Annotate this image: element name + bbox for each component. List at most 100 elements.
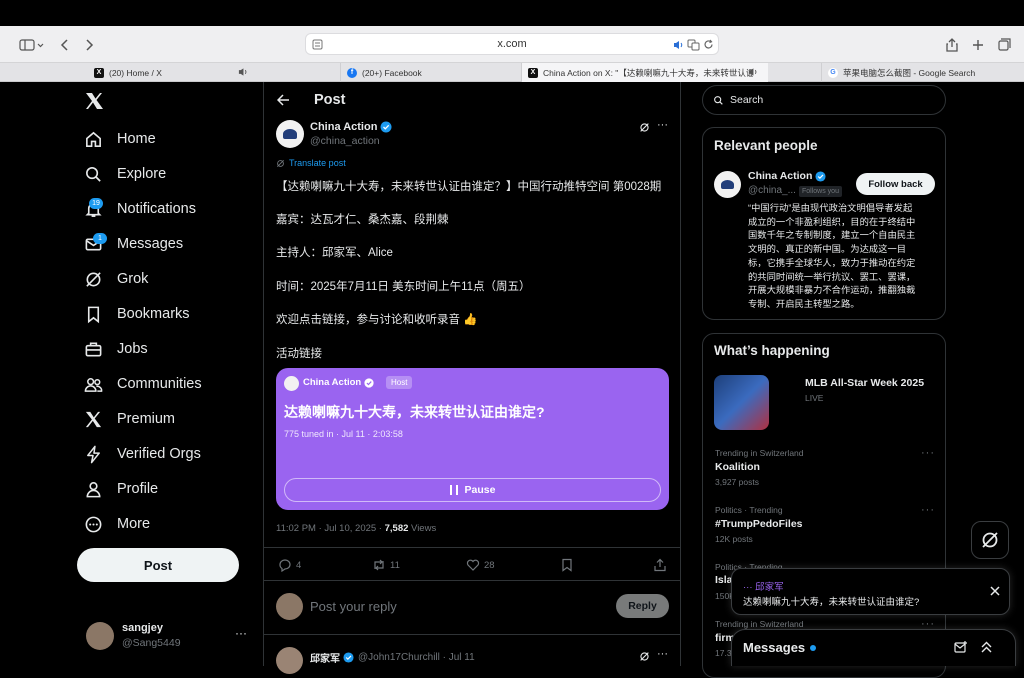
x-logo-icon: X	[528, 67, 538, 78]
space-notification-popup[interactable]: ··· 邱家军 达赖喇嘛九十大寿，未来转世认证由谁定?	[731, 568, 1010, 615]
messages-drawer-label: Messages	[743, 640, 806, 655]
nav-label: Messages	[117, 236, 184, 252]
trend-context: Trending in Switzerland	[715, 619, 804, 629]
speaker-icon[interactable]	[673, 40, 684, 50]
next-reply-avatar[interactable]	[276, 647, 303, 674]
account-avatar[interactable]	[86, 622, 114, 650]
follow-back-button[interactable]: Follow back	[856, 173, 935, 195]
nav-explore[interactable]: Explore	[84, 159, 166, 189]
trend-name[interactable]: Isla	[715, 574, 733, 586]
more-options-icon[interactable]: ···	[657, 119, 668, 131]
reply-button[interactable]: Reply	[616, 594, 669, 618]
next-reply-handle: @John17Churchill · Jul 11	[358, 652, 475, 663]
back-button[interactable]	[56, 26, 72, 63]
space-host-name-text: China Action	[303, 377, 362, 388]
mlb-thumbnail[interactable]	[714, 375, 769, 430]
relevant-name[interactable]: China Action	[748, 170, 826, 182]
featured-title[interactable]: MLB All-Star Week 2025	[805, 377, 924, 389]
post-text-line: 活动链接	[276, 348, 322, 360]
translate-icon[interactable]	[687, 39, 700, 51]
sidebar-toggle-button[interactable]	[12, 26, 52, 63]
bio-line: 开展大规模非暴力不合作运动，推翻独裁	[748, 285, 916, 296]
more-options-icon[interactable]: ···	[921, 447, 935, 459]
reply-count: 4	[296, 559, 302, 571]
grok-floating-button[interactable]	[971, 521, 1009, 559]
repost-action[interactable]: 11	[372, 558, 400, 572]
grok-icon	[86, 271, 101, 287]
whats-happening-panel: What’s happening MLB All-Star Week 2025 …	[702, 333, 946, 678]
nav-verified-orgs[interactable]: Verified Orgs	[84, 439, 201, 469]
reply-avatar	[276, 593, 303, 620]
nav-label: Bookmarks	[117, 306, 190, 322]
speaker-icon[interactable]	[238, 67, 248, 77]
close-icon[interactable]	[990, 586, 1000, 596]
translate-link[interactable]: Translate post	[276, 158, 346, 168]
author-avatar[interactable]	[276, 120, 304, 148]
reply-input[interactable]: Post your reply	[310, 599, 397, 614]
nav-profile[interactable]: Profile	[84, 474, 158, 504]
author-name[interactable]: China Action	[310, 121, 392, 133]
pause-label: Pause	[464, 484, 496, 496]
x-logo-icon: X	[94, 67, 104, 78]
forward-button[interactable]	[82, 26, 98, 63]
reply-action[interactable]: 4	[278, 558, 301, 572]
views-count: 7,582	[384, 523, 409, 534]
relevant-avatar[interactable]	[714, 171, 741, 198]
more-options-icon[interactable]: ···	[657, 648, 668, 660]
tab-china-action[interactable]: X China Action on X: "【达赖喇嘛九十大寿，未来转世认证由.…	[521, 63, 768, 82]
tab-x-home[interactable]: X (20) Home / X	[88, 63, 258, 82]
space-card[interactable]: China Action Host 达赖喇嘛九十大寿，未来转世认证由谁定? 77…	[276, 368, 669, 510]
bookmark-action[interactable]	[560, 558, 578, 572]
tab-title: 苹果电脑怎么截图 - Google Search	[843, 67, 976, 78]
bookmark-icon	[562, 558, 572, 572]
menu-bar	[0, 0, 1024, 26]
grok-icon[interactable]	[639, 122, 650, 133]
nav-communities[interactable]: Communities	[84, 369, 202, 399]
grok-icon	[277, 159, 284, 167]
more-options-icon[interactable]: ···	[921, 504, 935, 516]
pause-button[interactable]: Pause	[284, 478, 661, 502]
nav-bookmarks[interactable]: Bookmarks	[84, 299, 190, 329]
nav-more[interactable]: More	[84, 509, 150, 539]
search-box[interactable]: Search	[702, 85, 946, 115]
reload-icon[interactable]	[703, 39, 714, 50]
address-bar[interactable]: x.com	[305, 33, 719, 55]
nav-jobs[interactable]: Jobs	[84, 334, 148, 364]
china-action-logo-icon	[721, 180, 734, 189]
new-tab-button[interactable]	[969, 26, 987, 63]
nav-grok[interactable]: Grok	[84, 264, 148, 294]
nav-premium[interactable]: Premium	[84, 404, 175, 434]
post-text-line: 时间：2025年7月11日 美东时间上午11点（周五）	[276, 281, 531, 293]
share-button[interactable]	[943, 26, 961, 63]
tab-google[interactable]: G 苹果电脑怎么截图 - Google Search	[821, 63, 1024, 82]
chevrons-up-icon[interactable]	[980, 640, 993, 654]
like-action[interactable]: 28	[466, 558, 495, 572]
new-message-icon[interactable]	[954, 641, 968, 654]
trend-posts: 3,927 posts	[715, 477, 759, 487]
x-logo-icon[interactable]	[85, 92, 104, 110]
pause-icon	[449, 485, 458, 495]
nav-home[interactable]: Home	[84, 124, 156, 154]
share-action[interactable]	[653, 558, 671, 572]
divider	[264, 580, 680, 581]
trend-name[interactable]: Koalition	[715, 461, 760, 473]
grok-icon[interactable]	[639, 651, 650, 662]
trend-name[interactable]: #TrumpPedoFiles	[715, 518, 803, 530]
trend-posts: 12K posts	[715, 534, 753, 544]
speaker-icon[interactable]	[748, 67, 758, 77]
search-placeholder: Search	[730, 94, 764, 106]
lightning-icon	[87, 445, 100, 463]
post-button[interactable]: Post	[77, 548, 239, 582]
google-icon: G	[828, 67, 838, 78]
tab-overview-button[interactable]	[995, 26, 1013, 63]
bio-line: 标，它携手全球华人，致力于推动在约定	[748, 257, 916, 268]
space-title: 达赖喇嘛九十大寿，未来转世认证由谁定?	[284, 404, 545, 420]
space-host-name: China Action	[303, 377, 374, 388]
bio-line: 的共同时间统一举行抗议、罢工、罢课，	[748, 271, 916, 282]
account-menu-icon[interactable]: ···	[235, 626, 247, 640]
messages-drawer[interactable]: Messages	[731, 629, 1016, 666]
nav-label: Grok	[117, 271, 149, 287]
tab-facebook[interactable]: f (20+) Facebook	[340, 63, 510, 82]
back-arrow-icon[interactable]	[277, 94, 290, 106]
next-reply-author[interactable]: 邱家军 @John17Churchill · Jul 11	[310, 650, 475, 665]
